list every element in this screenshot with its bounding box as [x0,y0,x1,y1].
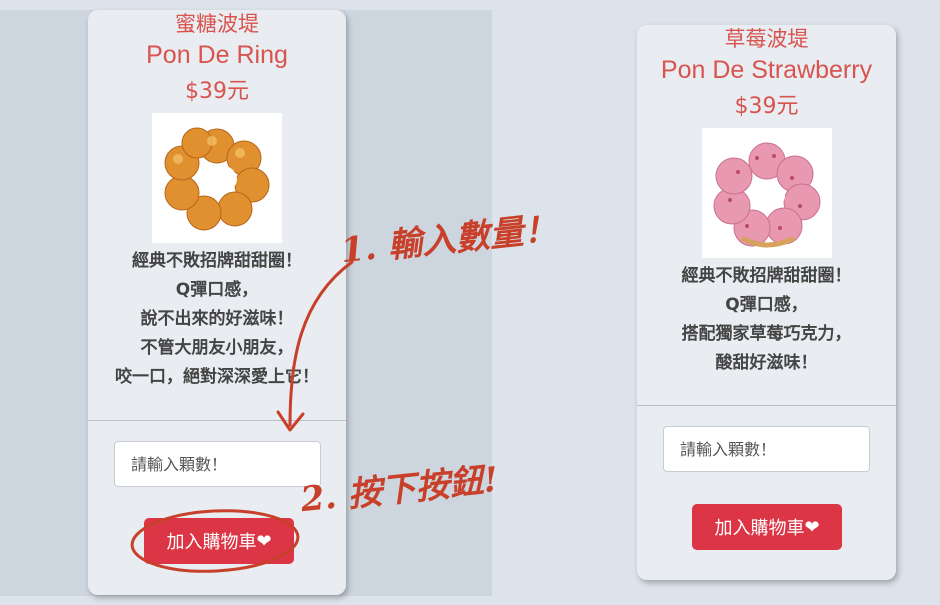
heart-icon: ❤ [256,530,272,552]
description-line: 經典不敗招牌甜甜圈！ [681,266,852,286]
product-description: 經典不敗招牌甜甜圈！ Q彈口感， 說不出來的好滋味！ 不管大朋友小朋友， 咬一口… [88,247,346,392]
product-photo-pon-de-ring [152,113,282,243]
product-description: 經典不敗招牌甜甜圈！ Q彈口感， 搭配獨家草莓巧克力， 酸甜好滋味！ [637,262,896,378]
product-name-en: Pon De Ring [146,41,288,69]
add-to-cart-button[interactable]: 加入購物車 ❤ [692,504,842,550]
description-line: Q彈口感， [175,280,259,300]
add-to-cart-label: 加入購物車 [714,518,805,539]
card-divider [88,420,346,421]
product-photo-pon-de-strawberry [701,128,832,258]
add-to-cart-button[interactable]: 加入購物車 ❤ [144,518,294,564]
quantity-input[interactable] [663,426,870,472]
product-name-en: Pon De Strawberry [660,56,873,84]
description-line: 說不出來的好滋味！ [140,309,294,329]
quantity-input[interactable] [114,441,321,487]
product-card-pon-de-strawberry: 草莓波堤 Pon De Strawberry $39元 經典不敗招牌甜甜圈！ Q… [637,25,896,580]
product-price: $39元 [185,79,249,104]
product-name-zh: 草莓波堤 [724,27,809,51]
description-line: 搭配獨家草莓巧克力， [681,324,852,344]
donut-honey-icon [164,127,270,231]
description-line: 酸甜好滋味！ [715,353,818,373]
card-divider [637,405,896,406]
add-to-cart-label: 加入購物車 [166,532,257,553]
product-name-zh: 蜜糖波堤 [175,12,259,36]
description-line: Q彈口感， [725,295,808,315]
product-price: $39元 [734,94,799,119]
description-line: 經典不敗招牌甜甜圈！ [132,251,302,271]
description-line: 咬一口，絕對深深愛上它！ [115,367,319,387]
donut-strawberry-icon [713,142,820,248]
heart-icon: ❤ [804,516,820,538]
description-line: 不管大朋友小朋友， [140,338,294,358]
